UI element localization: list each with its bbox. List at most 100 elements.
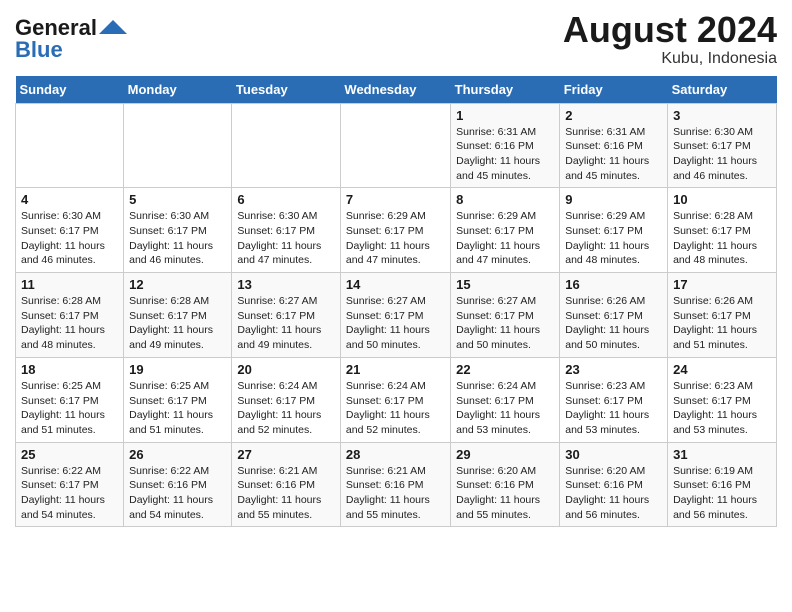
header-sunday: Sunday bbox=[16, 76, 124, 104]
day-cell: 26 Sunrise: 6:22 AM Sunset: 6:16 PM Dayli… bbox=[124, 442, 232, 527]
day-number: 23 bbox=[565, 362, 662, 377]
day-number: 2 bbox=[565, 108, 662, 123]
day-info: Sunrise: 6:22 AM Sunset: 6:17 PM Dayligh… bbox=[21, 464, 118, 523]
day-cell: 23 Sunrise: 6:23 AM Sunset: 6:17 PM Dayli… bbox=[560, 357, 668, 442]
day-info: Sunrise: 6:29 AM Sunset: 6:17 PM Dayligh… bbox=[456, 209, 554, 268]
day-cell: 1 Sunrise: 6:31 AM Sunset: 6:16 PM Daylig… bbox=[451, 103, 560, 188]
day-number: 21 bbox=[346, 362, 445, 377]
day-info: Sunrise: 6:25 AM Sunset: 6:17 PM Dayligh… bbox=[129, 379, 226, 438]
day-number: 30 bbox=[565, 447, 662, 462]
day-number: 22 bbox=[456, 362, 554, 377]
day-number: 18 bbox=[21, 362, 118, 377]
day-cell: 2 Sunrise: 6:31 AM Sunset: 6:16 PM Daylig… bbox=[560, 103, 668, 188]
day-cell bbox=[124, 103, 232, 188]
day-number: 4 bbox=[21, 192, 118, 207]
week-row-2: 11 Sunrise: 6:28 AM Sunset: 6:17 PM Dayli… bbox=[16, 273, 777, 358]
day-info: Sunrise: 6:21 AM Sunset: 6:16 PM Dayligh… bbox=[237, 464, 335, 523]
day-number: 17 bbox=[673, 277, 771, 292]
day-info: Sunrise: 6:27 AM Sunset: 6:17 PM Dayligh… bbox=[237, 294, 335, 353]
week-row-1: 4 Sunrise: 6:30 AM Sunset: 6:17 PM Daylig… bbox=[16, 188, 777, 273]
day-cell: 31 Sunrise: 6:19 AM Sunset: 6:16 PM Dayli… bbox=[668, 442, 777, 527]
header-friday: Friday bbox=[560, 76, 668, 104]
day-cell: 8 Sunrise: 6:29 AM Sunset: 6:17 PM Daylig… bbox=[451, 188, 560, 273]
day-cell: 20Sunrise: 6:24 AM Sunset: 6:17 PM Dayli… bbox=[232, 357, 341, 442]
day-cell: 5 Sunrise: 6:30 AM Sunset: 6:17 PM Daylig… bbox=[124, 188, 232, 273]
week-row-3: 18 Sunrise: 6:25 AM Sunset: 6:17 PM Dayli… bbox=[16, 357, 777, 442]
calendar-header-row: SundayMondayTuesdayWednesdayThursdayFrid… bbox=[16, 76, 777, 104]
day-number: 16 bbox=[565, 277, 662, 292]
day-cell: 30Sunrise: 6:20 AM Sunset: 6:16 PM Dayli… bbox=[560, 442, 668, 527]
day-number: 10 bbox=[673, 192, 771, 207]
day-cell: 17Sunrise: 6:26 AM Sunset: 6:17 PM Dayli… bbox=[668, 273, 777, 358]
day-info: Sunrise: 6:20 AM Sunset: 6:16 PM Dayligh… bbox=[456, 464, 554, 523]
day-info: Sunrise: 6:30 AM Sunset: 6:17 PM Dayligh… bbox=[21, 209, 118, 268]
day-info: Sunrise: 6:25 AM Sunset: 6:17 PM Dayligh… bbox=[21, 379, 118, 438]
header-monday: Monday bbox=[124, 76, 232, 104]
day-cell: 12 Sunrise: 6:28 AM Sunset: 6:17 PM Dayli… bbox=[124, 273, 232, 358]
day-cell: 10 Sunrise: 6:28 AM Sunset: 6:17 PM Dayli… bbox=[668, 188, 777, 273]
day-info: Sunrise: 6:21 AM Sunset: 6:16 PM Dayligh… bbox=[346, 464, 445, 523]
day-number: 1 bbox=[456, 108, 554, 123]
day-number: 11 bbox=[21, 277, 118, 292]
day-info: Sunrise: 6:23 AM Sunset: 6:17 PM Dayligh… bbox=[673, 379, 771, 438]
day-number: 19 bbox=[129, 362, 226, 377]
day-number: 26 bbox=[129, 447, 226, 462]
calendar-table: SundayMondayTuesdayWednesdayThursdayFrid… bbox=[15, 76, 777, 528]
day-cell: 25Sunrise: 6:22 AM Sunset: 6:17 PM Dayli… bbox=[16, 442, 124, 527]
day-info: Sunrise: 6:31 AM Sunset: 6:16 PM Dayligh… bbox=[565, 125, 662, 184]
day-info: Sunrise: 6:24 AM Sunset: 6:17 PM Dayligh… bbox=[456, 379, 554, 438]
day-cell: 7 Sunrise: 6:29 AM Sunset: 6:17 PM Daylig… bbox=[340, 188, 450, 273]
day-number: 7 bbox=[346, 192, 445, 207]
day-number: 31 bbox=[673, 447, 771, 462]
day-cell: 16 Sunrise: 6:26 AM Sunset: 6:17 PM Dayli… bbox=[560, 273, 668, 358]
day-cell: 4 Sunrise: 6:30 AM Sunset: 6:17 PM Daylig… bbox=[16, 188, 124, 273]
day-info: Sunrise: 6:29 AM Sunset: 6:17 PM Dayligh… bbox=[346, 209, 445, 268]
day-info: Sunrise: 6:22 AM Sunset: 6:16 PM Dayligh… bbox=[129, 464, 226, 523]
day-cell: 13Sunrise: 6:27 AM Sunset: 6:17 PM Dayli… bbox=[232, 273, 341, 358]
day-info: Sunrise: 6:29 AM Sunset: 6:17 PM Dayligh… bbox=[565, 209, 662, 268]
day-cell: 3Sunrise: 6:30 AM Sunset: 6:17 PM Daylig… bbox=[668, 103, 777, 188]
day-cell: 21 Sunrise: 6:24 AM Sunset: 6:17 PM Dayli… bbox=[340, 357, 450, 442]
day-info: Sunrise: 6:27 AM Sunset: 6:17 PM Dayligh… bbox=[346, 294, 445, 353]
week-row-4: 25Sunrise: 6:22 AM Sunset: 6:17 PM Dayli… bbox=[16, 442, 777, 527]
day-info: Sunrise: 6:27 AM Sunset: 6:17 PM Dayligh… bbox=[456, 294, 554, 353]
day-cell: 24 Sunrise: 6:23 AM Sunset: 6:17 PM Dayli… bbox=[668, 357, 777, 442]
day-cell: 18 Sunrise: 6:25 AM Sunset: 6:17 PM Dayli… bbox=[16, 357, 124, 442]
logo-blue: Blue bbox=[15, 37, 63, 63]
day-cell: 27 Sunrise: 6:21 AM Sunset: 6:16 PM Dayli… bbox=[232, 442, 341, 527]
day-info: Sunrise: 6:28 AM Sunset: 6:17 PM Dayligh… bbox=[129, 294, 226, 353]
day-info: Sunrise: 6:19 AM Sunset: 6:16 PM Dayligh… bbox=[673, 464, 771, 523]
day-cell: 15Sunrise: 6:27 AM Sunset: 6:17 PM Dayli… bbox=[451, 273, 560, 358]
day-cell: 29Sunrise: 6:20 AM Sunset: 6:16 PM Dayli… bbox=[451, 442, 560, 527]
day-number: 27 bbox=[237, 447, 335, 462]
day-number: 12 bbox=[129, 277, 226, 292]
logo-icon bbox=[99, 20, 127, 34]
day-cell: 22 Sunrise: 6:24 AM Sunset: 6:17 PM Dayli… bbox=[451, 357, 560, 442]
day-cell: 11Sunrise: 6:28 AM Sunset: 6:17 PM Dayli… bbox=[16, 273, 124, 358]
day-cell: 14Sunrise: 6:27 AM Sunset: 6:17 PM Dayli… bbox=[340, 273, 450, 358]
day-number: 3 bbox=[673, 108, 771, 123]
header-tuesday: Tuesday bbox=[232, 76, 341, 104]
day-info: Sunrise: 6:30 AM Sunset: 6:17 PM Dayligh… bbox=[237, 209, 335, 268]
week-row-0: 1 Sunrise: 6:31 AM Sunset: 6:16 PM Daylig… bbox=[16, 103, 777, 188]
day-number: 24 bbox=[673, 362, 771, 377]
header-wednesday: Wednesday bbox=[340, 76, 450, 104]
header-saturday: Saturday bbox=[668, 76, 777, 104]
day-cell bbox=[16, 103, 124, 188]
page-header: General Blue August 2024 Kubu, Indonesia bbox=[15, 10, 777, 68]
day-cell: 9Sunrise: 6:29 AM Sunset: 6:17 PM Daylig… bbox=[560, 188, 668, 273]
day-info: Sunrise: 6:28 AM Sunset: 6:17 PM Dayligh… bbox=[673, 209, 771, 268]
day-info: Sunrise: 6:26 AM Sunset: 6:17 PM Dayligh… bbox=[565, 294, 662, 353]
day-number: 28 bbox=[346, 447, 445, 462]
day-cell: 19 Sunrise: 6:25 AM Sunset: 6:17 PM Dayli… bbox=[124, 357, 232, 442]
day-number: 5 bbox=[129, 192, 226, 207]
day-info: Sunrise: 6:24 AM Sunset: 6:17 PM Dayligh… bbox=[346, 379, 445, 438]
day-cell bbox=[340, 103, 450, 188]
day-info: Sunrise: 6:31 AM Sunset: 6:16 PM Dayligh… bbox=[456, 125, 554, 184]
day-cell: 28 Sunrise: 6:21 AM Sunset: 6:16 PM Dayli… bbox=[340, 442, 450, 527]
day-number: 8 bbox=[456, 192, 554, 207]
logo: General Blue bbox=[15, 10, 127, 63]
title-block: August 2024 Kubu, Indonesia bbox=[563, 10, 777, 68]
day-info: Sunrise: 6:23 AM Sunset: 6:17 PM Dayligh… bbox=[565, 379, 662, 438]
day-info: Sunrise: 6:30 AM Sunset: 6:17 PM Dayligh… bbox=[129, 209, 226, 268]
